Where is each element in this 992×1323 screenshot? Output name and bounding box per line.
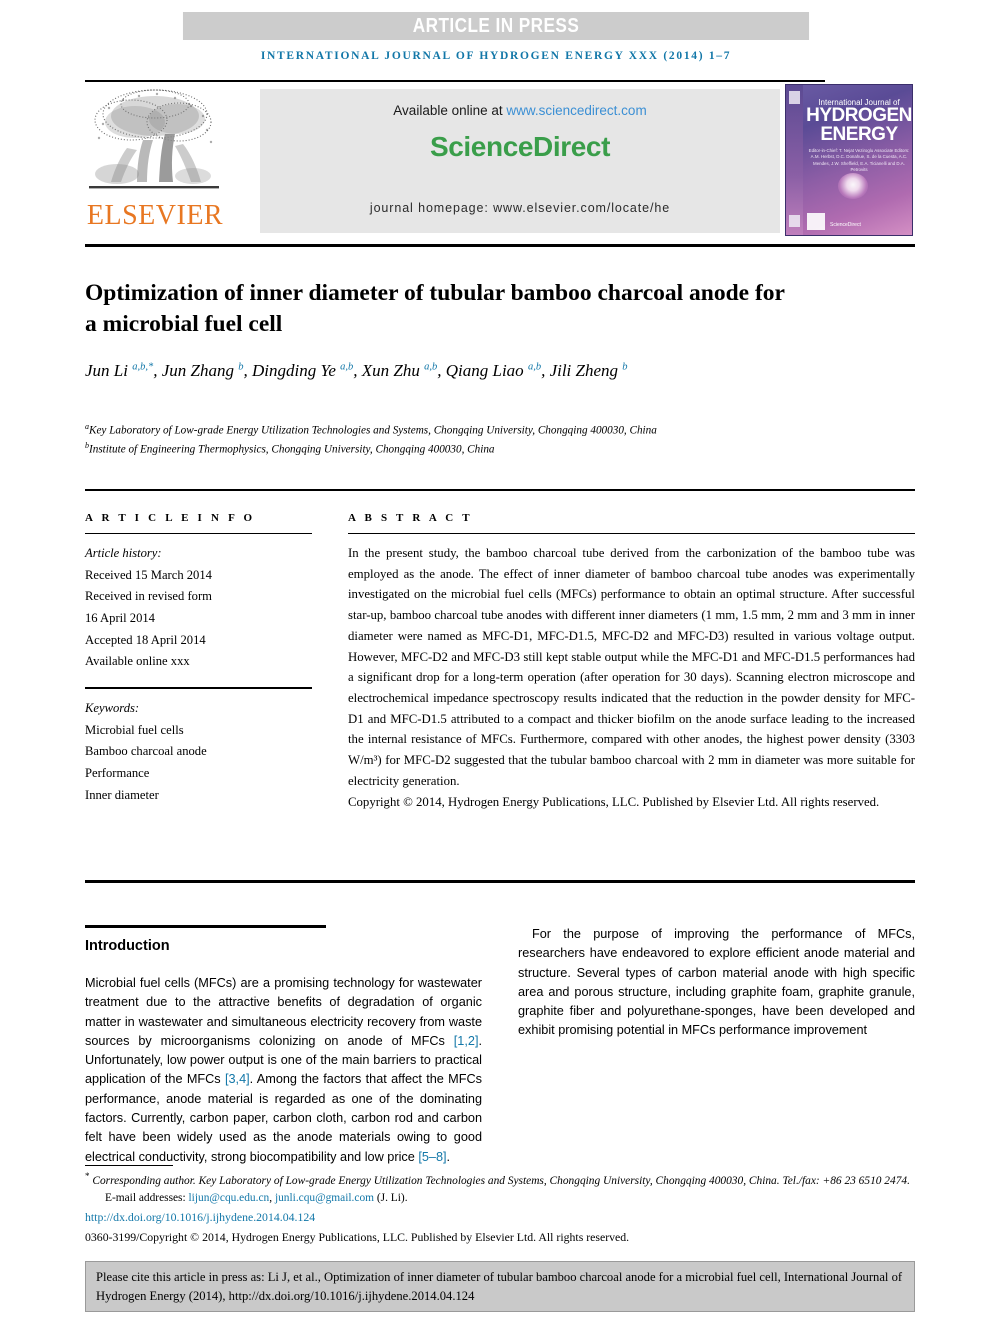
history-item: Available online xxx (85, 654, 190, 669)
corresponding-author-text: Corresponding author. Key Laboratory of … (92, 1174, 910, 1187)
affiliations: aKey Laboratory of Low-grade Energy Util… (85, 421, 805, 459)
abstract-label: A B S T R A C T (348, 512, 473, 524)
history-item: Accepted 18 April 2014 (85, 632, 206, 647)
keywords-block: Keywords: Microbial fuel cells Bamboo ch… (85, 698, 312, 806)
email-owner: (J. Li). (374, 1192, 408, 1205)
sciencedirect-url[interactable]: www.sciencedirect.com (506, 103, 646, 118)
abstract-body: In the present study, the bamboo charcoa… (348, 546, 915, 788)
cover-spine-logo-bottom-icon (789, 215, 800, 227)
intro-paragraph-2: For the purpose of improving the perform… (518, 927, 915, 1038)
intro-text-d: . (446, 1149, 451, 1164)
publisher-header: ELSEVIER Available online at www.science… (85, 84, 915, 238)
cover-journal-title: HYDROGEN ENERGY (806, 105, 912, 145)
corresponding-author-note: * Corresponding author. Key Laboratory o… (85, 1170, 915, 1190)
email-addresses-line: E-mail addresses: lijun@cqu.edu.cn, junl… (85, 1190, 915, 1208)
doi-link[interactable]: http://dx.doi.org/10.1016/j.ijhydene.201… (85, 1208, 915, 1227)
introduction-heading: Introduction (85, 938, 170, 954)
keyword-item: Bamboo charcoal anode (85, 744, 207, 759)
journal-homepage-line[interactable]: journal homepage: www.elsevier.com/locat… (260, 201, 780, 215)
introduction-text-left: Microbial fuel cells (MFCs) are a promis… (85, 974, 482, 1167)
header-bottom-rule (85, 244, 915, 247)
citation-notice-text: Please cite this article in press as: Li… (96, 1270, 903, 1303)
journal-cover-thumbnail: International Journal of HYDROGEN ENERGY … (785, 84, 913, 236)
elsevier-wordmark: ELSEVIER (86, 200, 224, 231)
sciencedirect-wordmark: ScienceDirect (429, 131, 610, 162)
keyword-item: Inner diameter (85, 787, 159, 802)
elsevier-logo: ELSEVIER (85, 84, 225, 236)
citation-ref-5-8[interactable]: [5–8] (418, 1150, 446, 1164)
intro-text-a: Microbial fuel cells (MFCs) are a promis… (85, 976, 482, 1048)
sciencedirect-banner: Available online at www.sciencedirect.co… (260, 89, 780, 233)
citation-ref-3-4[interactable]: [3,4] (225, 1072, 250, 1086)
available-online-line: Available online at www.sciencedirect.co… (260, 103, 780, 118)
cover-orb-graphic (838, 173, 868, 199)
email-link-1[interactable]: lijun@cqu.edu.cn (189, 1192, 270, 1204)
introduction-text-right: For the purpose of improving the perform… (518, 925, 915, 1041)
abstract-divider (348, 533, 915, 534)
introduction-column-left: Introduction Microbial fuel cells (MFCs)… (85, 925, 482, 1167)
keywords-divider (85, 686, 312, 689)
keywords-heading: Keywords: (85, 700, 140, 715)
abstract-section: A B S T R A C T In the present study, th… (348, 512, 915, 812)
keyword-item: Microbial fuel cells (85, 722, 184, 737)
abstract-copyright: Copyright © 2014, Hydrogen Energy Public… (348, 794, 880, 809)
issn-copyright-line: 0360-3199/Copyright © 2014, Hydrogen Ene… (85, 1230, 630, 1245)
article-history-block: Article history: Received 15 March 2014 … (85, 543, 312, 673)
cover-sciencedirect-mark: ScienceDirect (830, 222, 861, 228)
article-in-press-label: ARTICLE IN PRESS (412, 14, 580, 37)
affiliation-text-a: Key Laboratory of Low-grade Energy Utili… (89, 424, 657, 437)
citation-notice-box: Please cite this article in press as: Li… (85, 1261, 915, 1312)
cover-editors: Editor-in-Chief: T. Nejat Veziroglu Asso… (808, 148, 910, 173)
asterisk-icon: * (85, 1171, 90, 1181)
article-history-heading: Article history: (85, 546, 162, 560)
affiliation-text-b: Institute of Engineering Thermophysics, … (89, 443, 495, 456)
citation-ref-1-2[interactable]: [1,2] (454, 1034, 479, 1048)
abstract-top-rule (85, 489, 915, 491)
history-item: Received in revised form (85, 589, 212, 604)
affiliation-a: aKey Laboratory of Low-grade Energy Util… (85, 421, 805, 440)
intro-paragraph-1: Microbial fuel cells (MFCs) are a promis… (85, 974, 482, 1167)
keyword-item: Performance (85, 765, 150, 780)
article-info-label: A R T I C L E I N F O (85, 512, 256, 524)
section-rule (85, 925, 326, 928)
history-item: 16 April 2014 (85, 610, 155, 625)
cover-spine (786, 85, 803, 235)
footnotes-section: * Corresponding author. Key Laboratory o… (85, 1170, 915, 1248)
elsevier-tree-icon (87, 86, 221, 204)
email-link-2[interactable]: junli.cqu@gmail.com (275, 1192, 374, 1204)
footnote-rule (85, 1165, 173, 1166)
article-info-divider (85, 533, 312, 534)
journal-running-head: International Journal of Hydrogen Energy… (260, 50, 732, 62)
abstract-bottom-rule (85, 880, 915, 883)
author-list: Jun Li a,b,*, Jun Zhang b, Dingding Ye a… (85, 361, 628, 380)
article-in-press-banner: ARTICLE IN PRESS (182, 12, 810, 40)
cover-ihe-logo-icon (807, 213, 825, 230)
affiliation-b: bInstitute of Engineering Thermophysics,… (85, 440, 805, 459)
available-online-text: Available online at (393, 103, 507, 118)
email-label: E-mail addresses: (105, 1192, 189, 1205)
history-item: Received 15 March 2014 (85, 567, 212, 582)
cover-spine-logo-top-icon (789, 91, 800, 104)
article-info-section: A R T I C L E I N F O Article history: R… (85, 512, 312, 806)
header-top-rule (85, 80, 825, 82)
introduction-column-right: For the purpose of improving the perform… (518, 925, 915, 1041)
page-title: Optimization of inner diameter of tubula… (85, 279, 785, 337)
